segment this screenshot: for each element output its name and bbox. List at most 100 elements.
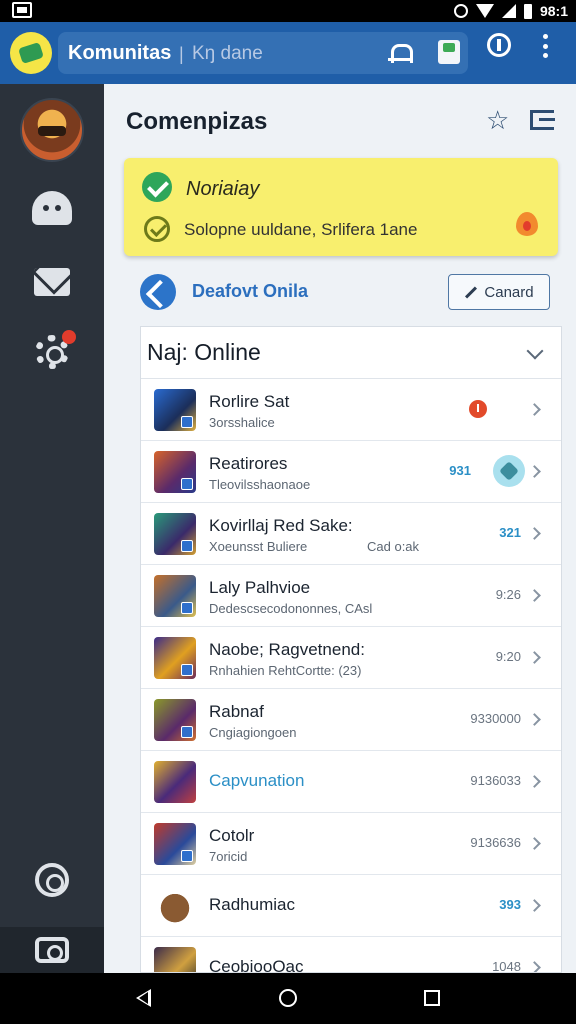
list-item[interactable]: Laly Palhvioe Dedescsecodononnes, CAsl 9…	[141, 565, 561, 627]
list-item[interactable]: CeobiooOac 1048	[141, 937, 561, 972]
chevron-right-icon	[528, 403, 541, 416]
app-logo-icon[interactable]	[10, 32, 52, 74]
info-icon[interactable]	[487, 33, 511, 57]
list-item[interactable]: Kovirllaj Red Sake: Xoeunsst Buliere Cad…	[141, 503, 561, 565]
home-icon[interactable]	[279, 989, 297, 1007]
alarm-icon	[453, 4, 468, 18]
flame-icon	[516, 212, 538, 236]
group-icon	[493, 455, 525, 487]
list-header[interactable]: Naj: Online	[141, 327, 561, 379]
status-icons: 98:1	[453, 3, 568, 19]
recent-apps-icon[interactable]	[424, 990, 440, 1006]
list-item-extra: Cad o:ak	[367, 539, 420, 554]
exit-icon[interactable]	[530, 110, 555, 130]
mail-icon	[34, 268, 70, 296]
game-thumbnail	[154, 389, 196, 431]
list-item-name: Laly Palhvioe	[209, 578, 311, 597]
pencil-icon	[465, 285, 478, 299]
list-item-name: Capvunation	[209, 771, 305, 790]
battery-icon	[523, 3, 532, 19]
app-bar: Komunitas | Kŋ dane	[0, 22, 576, 84]
game-thumbnail	[154, 823, 196, 865]
sidebar-item-home[interactable]	[22, 178, 82, 238]
sidebar-item-camera[interactable]	[22, 920, 82, 980]
list-item[interactable]: Capvunation 9136033	[141, 751, 561, 813]
chevron-down-icon[interactable]	[526, 342, 544, 360]
signal-icon	[501, 4, 516, 18]
sidebar	[0, 84, 104, 973]
notice-banner[interactable]: Noriaiay Solopne uuldane, Srlifera 1ane	[124, 158, 558, 256]
game-thumbnail	[154, 947, 196, 972]
list-item-name: Naobe; Ragvetnend:	[209, 640, 365, 659]
list-item[interactable]: Reatirores Tleovilsshaonaoe 931	[141, 441, 561, 503]
cancel-button[interactable]: Canard	[448, 274, 550, 310]
screenshot-icon	[12, 2, 32, 18]
avatar[interactable]	[20, 98, 84, 162]
bell-icon[interactable]	[388, 42, 413, 64]
chevron-right-icon	[528, 775, 541, 788]
page-title: Comenpizas	[126, 108, 268, 135]
screen: 98:1 Komunitas | Kŋ dane Comenpizas ☆ No…	[0, 0, 576, 1024]
support-icon	[35, 863, 69, 897]
status-row: Deafovt Onila Canard	[140, 272, 560, 312]
list-item-name: Reatirores	[209, 454, 288, 473]
list-item-sub: Cngiagiongoen	[209, 725, 297, 740]
store-icon[interactable]	[438, 40, 460, 64]
back-icon[interactable]	[136, 989, 151, 1007]
chevron-right-icon	[528, 465, 541, 478]
list-item-meta: 321	[499, 525, 521, 540]
list-item-name: Cotolr	[209, 826, 255, 845]
list-item-meta: 9136033	[470, 773, 521, 788]
chevron-right-icon	[528, 651, 541, 664]
notice-text: Solopne uuldane, Srlifera 1ane	[184, 220, 418, 239]
list-item-meta: 9330000	[470, 711, 521, 726]
alert-icon	[469, 400, 487, 418]
list-item-sub: 3orsshalice	[209, 415, 275, 430]
list-item[interactable]: Radhumiac 393	[141, 875, 561, 937]
sidebar-item-support[interactable]	[22, 850, 82, 910]
list-item-meta: 9:26	[495, 587, 521, 602]
more-icon[interactable]	[540, 34, 550, 58]
camera-icon	[35, 937, 69, 963]
list-item-name: Rabnaf	[209, 702, 264, 721]
cancel-button-label: Canard	[484, 283, 534, 301]
list-item[interactable]: Cotolr 7oricid 9136636	[141, 813, 561, 875]
main-panel: Comenpizas ☆ Noriaiay Solopne uuldane, S…	[104, 84, 576, 973]
notification-badge	[62, 330, 76, 344]
chevron-right-icon	[528, 589, 541, 602]
list-item[interactable]: Rorlire Sat 3orsshalice	[141, 379, 561, 441]
list-item[interactable]: Naobe; Ragvetnend: Rnhahien RehtCortte: …	[141, 627, 561, 689]
check-icon	[142, 172, 172, 202]
list-item[interactable]: Rabnaf Cngiagiongoen 9330000	[141, 689, 561, 751]
list-item-meta: 9:20	[495, 649, 521, 664]
app-title: Komunitas	[68, 42, 172, 64]
list-item-sub: Xoeunsst Buliere	[209, 539, 308, 554]
check-outline-icon	[144, 216, 170, 242]
chevron-right-icon	[528, 961, 541, 972]
status-time: 98:1	[539, 3, 568, 19]
chevron-right-icon	[528, 837, 541, 850]
status-icon	[140, 274, 176, 310]
list-title: Naj: Online	[147, 339, 261, 365]
sidebar-item-messages[interactable]	[22, 252, 82, 312]
game-thumbnail	[154, 451, 196, 493]
bear-avatar	[154, 885, 196, 927]
community-switcher[interactable]: Komunitas | Kŋ dane	[58, 32, 468, 74]
list-item-meta: 9136636	[470, 835, 521, 850]
sidebar-item-settings[interactable]	[22, 322, 82, 382]
game-thumbnail	[154, 513, 196, 555]
status-bar: 98:1	[0, 0, 576, 22]
list-item-sub: Tleovilsshaonaoe	[209, 477, 311, 492]
sidebar-footer	[0, 927, 104, 973]
notice-title: Noriaiay	[186, 178, 260, 200]
game-thumbnail	[154, 637, 196, 679]
ghost-icon	[32, 191, 72, 225]
star-icon[interactable]: ☆	[486, 107, 510, 133]
status-label[interactable]: Deafovt Onila	[192, 281, 308, 302]
chevron-right-icon	[528, 527, 541, 540]
list-item-meta: 931	[449, 463, 471, 478]
game-thumbnail	[154, 575, 196, 617]
game-thumbnail	[154, 699, 196, 741]
system-nav-bar	[0, 973, 576, 1024]
list-item-name: Radhumiac	[209, 895, 295, 914]
